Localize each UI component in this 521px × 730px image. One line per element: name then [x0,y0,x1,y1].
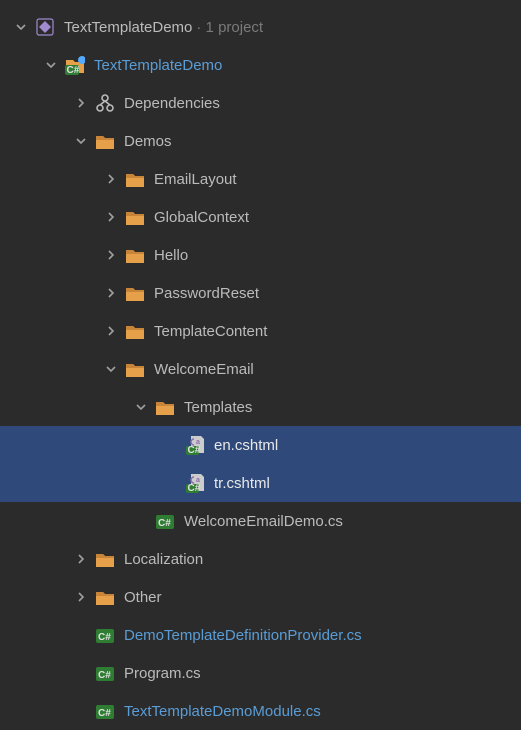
cs-icon [94,700,116,722]
cshtml-icon [184,472,206,494]
folder-icon [124,244,146,266]
folder-icon [124,282,146,304]
tree-item-label: WelcomeEmail [154,362,254,377]
tree-item[interactable]: TemplateContent [0,312,521,350]
folder-icon [124,168,146,190]
chevron-right-icon[interactable] [102,170,120,188]
tree-item-label: Program.cs [124,666,201,681]
tree-item-label: WelcomeEmailDemo.cs [184,514,343,529]
tree-item-hint: · 1 project [196,19,263,36]
csproj-icon [64,54,86,76]
tree-item[interactable]: Templates [0,388,521,426]
folder-icon [124,206,146,228]
tree-item-label: Hello [154,248,188,263]
chevron-down-icon[interactable] [12,18,30,36]
tree-item[interactable]: GlobalContext [0,198,521,236]
chevron-down-icon[interactable] [72,132,90,150]
tree-item-label: Templates [184,400,252,415]
tree-item[interactable]: Other [0,578,521,616]
folder-icon [94,586,116,608]
tree-item-label: Localization [124,552,203,567]
tree-item-label: EmailLayout [154,172,237,187]
tree-item-label: Dependencies [124,96,220,111]
chevron-down-icon[interactable] [132,398,150,416]
tree-item[interactable]: Dependencies [0,84,521,122]
tree-item-label: GlobalContext [154,210,249,225]
solution-explorer-tree[interactable]: TextTemplateDemo· 1 projectTextTemplateD… [0,8,521,730]
tree-item-label: tr.cshtml [214,476,270,491]
chevron-right-icon[interactable] [72,588,90,606]
tree-item-label: TextTemplateDemo [94,58,222,73]
chevron-right-icon[interactable] [102,246,120,264]
folder-icon [124,320,146,342]
chevron-right-icon[interactable] [72,550,90,568]
tree-item[interactable]: tr.cshtml [0,464,521,502]
cs-icon [94,662,116,684]
tree-item[interactable]: TextTemplateDemo [0,46,521,84]
tree-item-label: Other [124,590,162,605]
tree-item-label: TemplateContent [154,324,267,339]
tree-item-label: TextTemplateDemo [64,20,192,35]
tree-item[interactable]: WelcomeEmail [0,350,521,388]
chevron-right-icon[interactable] [72,94,90,112]
tree-item-label: PasswordReset [154,286,259,301]
folder-icon [94,130,116,152]
deps-icon [94,92,116,114]
chevron-down-icon[interactable] [102,360,120,378]
tree-item[interactable]: Demos [0,122,521,160]
folder-icon [94,548,116,570]
tree-item[interactable]: WelcomeEmailDemo.cs [0,502,521,540]
folder-icon [124,358,146,380]
solution-icon [34,16,56,38]
chevron-right-icon[interactable] [102,322,120,340]
tree-item[interactable]: PasswordReset [0,274,521,312]
tree-item[interactable]: TextTemplateDemoModule.cs [0,692,521,730]
tree-item-label: TextTemplateDemoModule.cs [124,704,321,719]
chevron-down-icon[interactable] [42,56,60,74]
cs-icon [154,510,176,532]
tree-item[interactable]: DemoTemplateDefinitionProvider.cs [0,616,521,654]
chevron-right-icon[interactable] [102,284,120,302]
tree-item-label: Demos [124,134,172,149]
tree-item[interactable]: Program.cs [0,654,521,692]
tree-item-label: en.cshtml [214,438,278,453]
tree-item[interactable]: Localization [0,540,521,578]
cshtml-icon [184,434,206,456]
chevron-right-icon[interactable] [102,208,120,226]
tree-item[interactable]: EmailLayout [0,160,521,198]
tree-item-label: DemoTemplateDefinitionProvider.cs [124,628,362,643]
tree-item[interactable]: TextTemplateDemo · 1 project [0,8,521,46]
tree-item[interactable]: Hello [0,236,521,274]
folder-icon [154,396,176,418]
cs-icon [94,624,116,646]
tree-item[interactable]: en.cshtml [0,426,521,464]
